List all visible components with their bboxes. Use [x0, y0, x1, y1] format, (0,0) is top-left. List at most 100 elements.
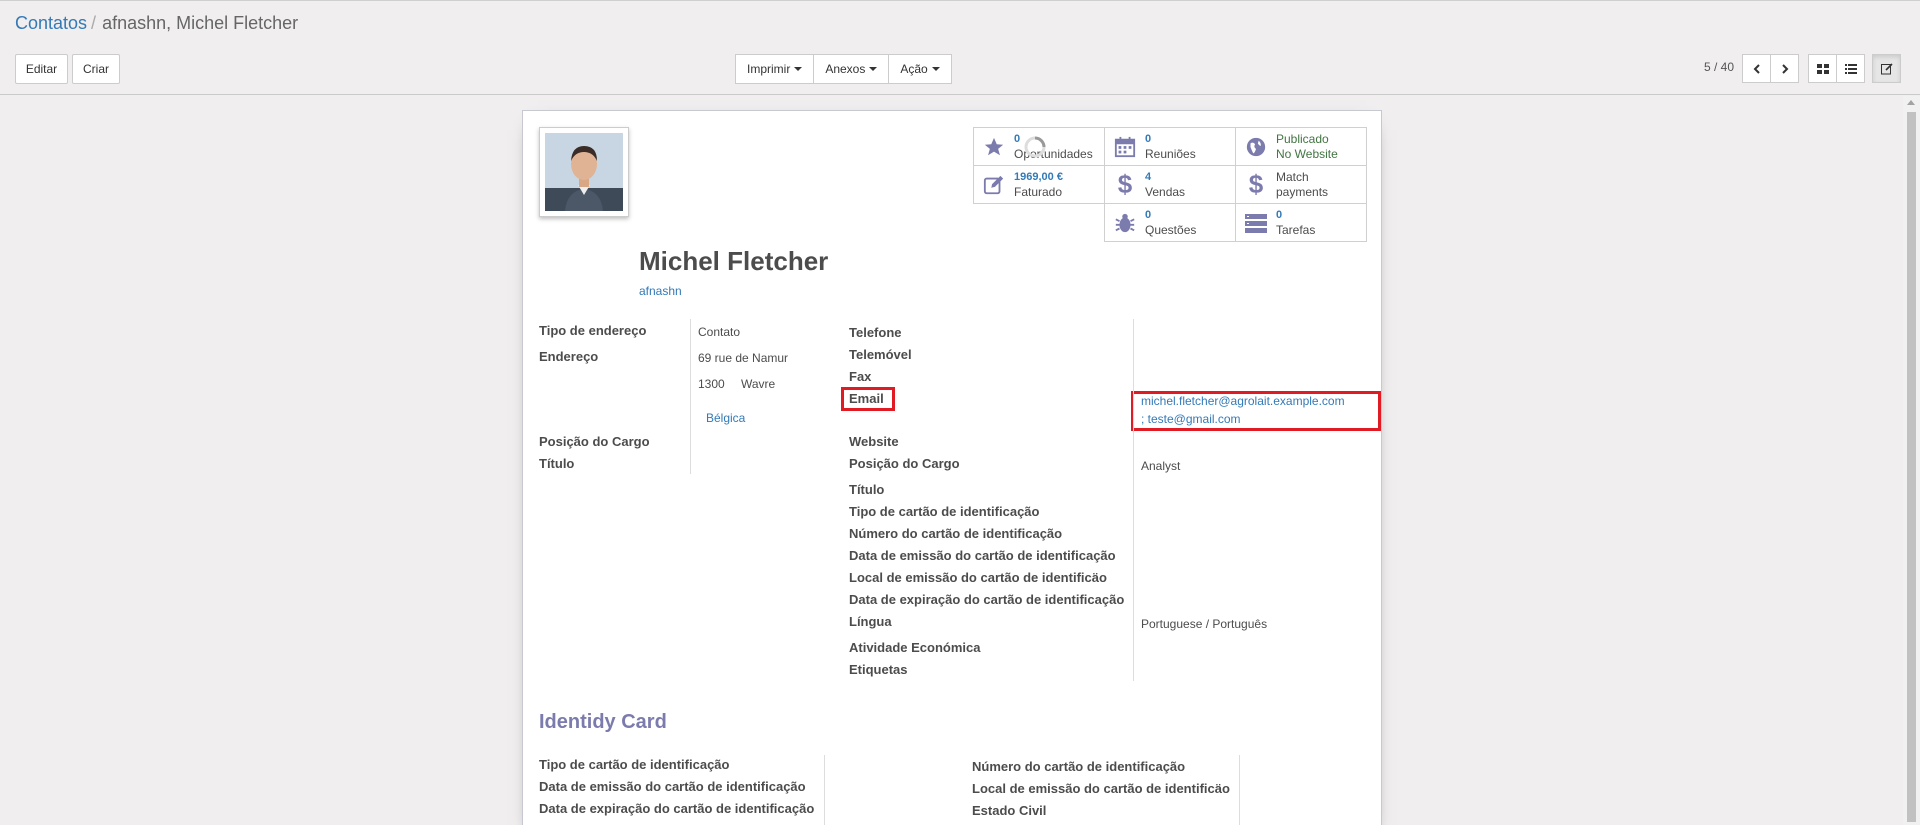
form-sheet: 0 Oportunidades 0 Reuniões Publicado No Web…: [522, 110, 1382, 825]
company-link[interactable]: afnashn: [639, 284, 682, 298]
address-label: Endereço: [539, 349, 599, 364]
match-payments-button[interactable]: $ Match payments: [1235, 165, 1367, 204]
attachments-dropdown[interactable]: Anexos: [813, 54, 890, 84]
country-link[interactable]: Bélgica: [706, 411, 745, 425]
scroll-thumb[interactable]: [1907, 112, 1916, 822]
website-status-line2: No Website: [1276, 146, 1338, 161]
website-label: Website: [849, 434, 899, 449]
tasks-count: 0: [1276, 208, 1283, 221]
breadcrumb: Contatos / afnashn, Michel Fletcher: [15, 13, 298, 34]
person-photo-icon: [545, 133, 623, 211]
tags-label: Etiquetas: [849, 662, 908, 677]
kanban-view-button[interactable]: [1808, 54, 1837, 83]
id-expiry-label: Data de expiração do cartão de identific…: [849, 592, 1125, 607]
id-number-label: Número do cartão de identificação: [849, 526, 1063, 541]
pencil-square-icon: [983, 175, 1004, 194]
city-value: Wavre: [741, 377, 776, 391]
globe-icon: [1246, 137, 1266, 156]
tasks-icon: [1245, 213, 1267, 233]
dollar-icon: $: [1117, 169, 1133, 199]
star-icon: [984, 137, 1004, 155]
edit-form-icon: [1880, 62, 1893, 74]
match-payments-line2: payments: [1276, 184, 1329, 199]
ic-issue-place-label: Local de emissão do cartão de identificä…: [972, 781, 1230, 796]
print-label: Imprimir: [747, 62, 791, 76]
address-type-label: Tipo de endereço: [539, 323, 647, 338]
pager-next-button[interactable]: [1770, 54, 1799, 83]
mobile-label: Telemóvel: [849, 347, 912, 362]
column-divider: [824, 755, 825, 825]
tasks-button[interactable]: 0 Tarefas: [1235, 203, 1367, 242]
scrollbar[interactable]: [1903, 96, 1920, 825]
contact-avatar[interactable]: [539, 127, 629, 217]
ic-marital-label: Estado Civil: [972, 803, 1047, 818]
email-value-1[interactable]: michel.fletcher@agrolait.example.com: [1141, 394, 1345, 408]
issues-label: Questões: [1145, 222, 1197, 237]
ic-issue-date-label: Data de emissão do cartão de identificaç…: [539, 779, 806, 794]
chevron-right-icon: [1781, 63, 1788, 74]
email-label: Email: [849, 391, 884, 406]
issues-count: 0: [1145, 208, 1152, 221]
id-issue-date-label: Data de emissão do cartão de identificaç…: [849, 548, 1116, 563]
id-issue-place-label: Local de emissão do cartão de identificä…: [849, 570, 1107, 585]
list-icon: [1844, 63, 1857, 74]
sales-button[interactable]: $ 4 Vendas: [1104, 165, 1236, 204]
calendar-icon: [1114, 136, 1136, 157]
control-panel: Contatos / afnashn, Michel Fletcher Editar…: [0, 0, 1920, 95]
breadcrumb-current: afnashn, Michel Fletcher: [102, 13, 299, 33]
invoiced-label: Faturado: [1014, 184, 1063, 199]
address-type-value: Contato: [698, 325, 741, 339]
sales-count: 4: [1145, 170, 1152, 183]
street-value: 69 rue de Namur: [698, 351, 789, 365]
scroll-up-arrow-icon[interactable]: [1907, 100, 1915, 105]
pager-value[interactable]: 5 / 40: [1704, 60, 1734, 74]
right-job-position-label: Posição do Cargo: [849, 456, 960, 471]
economic-activity-label: Atividade Económica: [849, 640, 981, 655]
list-view-button[interactable]: [1836, 54, 1865, 83]
meetings-label: Reuniões: [1145, 146, 1196, 161]
right-title-label: Título: [849, 482, 885, 497]
website-published-button[interactable]: Publicado No Website: [1235, 127, 1367, 166]
invoiced-button[interactable]: 1969,00 € Faturado: [973, 165, 1105, 204]
phone-label: Telefone: [849, 325, 902, 340]
edit-button[interactable]: Editar: [15, 54, 68, 84]
breadcrumb-separator: /: [91, 13, 97, 33]
job-position-value: Analyst: [1141, 459, 1181, 473]
caret-down-icon: [794, 67, 803, 71]
invoiced-amount: 1969,00 €: [1014, 170, 1063, 183]
id-type-label: Tipo de cartão de identificação: [849, 504, 1040, 519]
breadcrumb-contacts-link[interactable]: Contatos: [15, 13, 87, 33]
chevron-left-icon: [1753, 63, 1760, 74]
caret-down-icon: [869, 67, 878, 71]
loading-spinner-icon: [1024, 136, 1046, 158]
action-dropdown[interactable]: Ação: [888, 54, 952, 84]
attachments-label: Anexos: [825, 62, 866, 76]
dollar-icon: $: [1248, 169, 1264, 199]
ic-expiry-label: Data de expiração do cartão de identific…: [539, 801, 815, 816]
opportunities-button[interactable]: 0 Oportunidades: [973, 127, 1105, 166]
grid-icon: [1816, 63, 1829, 74]
contact-name: Michel Fletcher: [639, 246, 829, 276]
identity-card-title: Identidy Card: [539, 711, 667, 733]
match-payments-line1: Match: [1276, 169, 1309, 184]
bug-icon: [1115, 213, 1135, 232]
left-title-label: Título: [539, 456, 575, 471]
ic-type-label: Tipo de cartão de identificação: [539, 757, 730, 772]
print-dropdown[interactable]: Imprimir: [735, 54, 815, 84]
website-status-line1: Publicado: [1276, 131, 1329, 146]
create-button[interactable]: Criar: [72, 54, 120, 84]
column-divider: [1239, 755, 1240, 825]
pager-previous-button[interactable]: [1742, 54, 1771, 83]
column-divider: [1133, 319, 1134, 681]
meetings-count: 0: [1145, 132, 1152, 145]
sidebar-actions: Imprimir Anexos Ação: [735, 54, 952, 84]
sales-label: Vendas: [1145, 184, 1186, 199]
caret-down-icon: [931, 67, 940, 71]
email-value-2[interactable]: ; teste@gmail.com: [1141, 412, 1241, 426]
issues-button[interactable]: 0 Questões: [1104, 203, 1236, 242]
form-view-button[interactable]: [1872, 54, 1901, 83]
action-label: Ação: [900, 62, 928, 76]
meetings-button[interactable]: 0 Reuniões: [1104, 127, 1236, 166]
language-label: Língua: [849, 614, 892, 629]
ic-number-label: Número do cartão de identificação: [972, 759, 1186, 774]
